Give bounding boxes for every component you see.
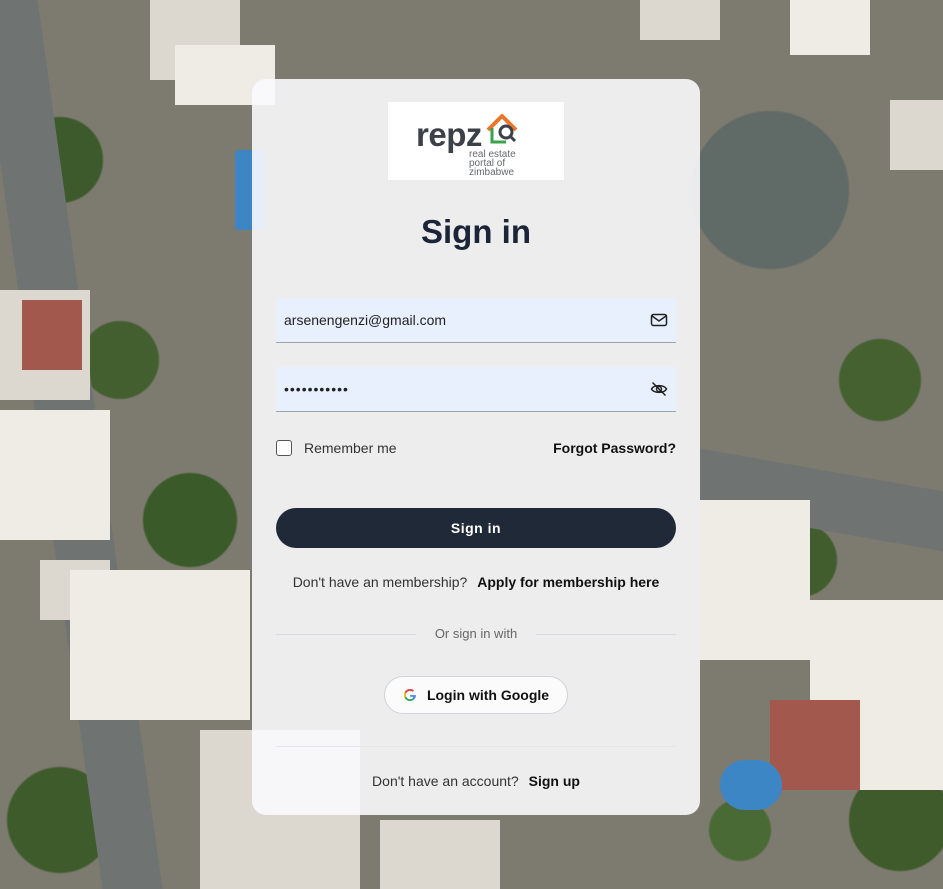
email-field[interactable] xyxy=(284,298,634,342)
email-field-container xyxy=(276,298,676,343)
google-login-button[interactable]: Login with Google xyxy=(384,676,568,714)
footer-divider xyxy=(276,746,676,747)
or-signin-with-text: Or sign in with xyxy=(434,626,518,641)
apply-membership-link[interactable]: Apply for membership here xyxy=(477,574,659,590)
forgot-password-link[interactable]: Forgot Password? xyxy=(553,440,676,456)
membership-row: Don't have an membership? Apply for memb… xyxy=(252,574,700,590)
signup-link[interactable]: Sign up xyxy=(529,773,580,789)
page-title: Sign in xyxy=(421,213,531,250)
remember-me-checkbox[interactable] xyxy=(276,440,292,456)
logo-tagline: real estate portal of zimbabwe xyxy=(469,149,516,178)
mail-icon xyxy=(650,313,668,327)
google-login-label: Login with Google xyxy=(426,687,550,703)
google-icon xyxy=(403,689,416,701)
house-search-icon xyxy=(486,114,518,144)
signin-card: repz real estate portal of zimbabwe Sign… xyxy=(252,79,700,815)
signup-row: Don't have an account? Sign up xyxy=(252,773,700,789)
password-field-container xyxy=(276,367,676,412)
membership-prompt: Don't have an membership? xyxy=(292,574,468,590)
remember-me-label[interactable]: Remember me xyxy=(304,440,397,456)
signup-prompt: Don't have an account? xyxy=(372,773,519,789)
signin-button[interactable]: Sign in xyxy=(276,508,676,548)
eye-off-icon[interactable] xyxy=(650,380,668,398)
password-field[interactable] xyxy=(284,367,634,411)
repz-logo: repz real estate portal of zimbabwe xyxy=(388,102,564,180)
